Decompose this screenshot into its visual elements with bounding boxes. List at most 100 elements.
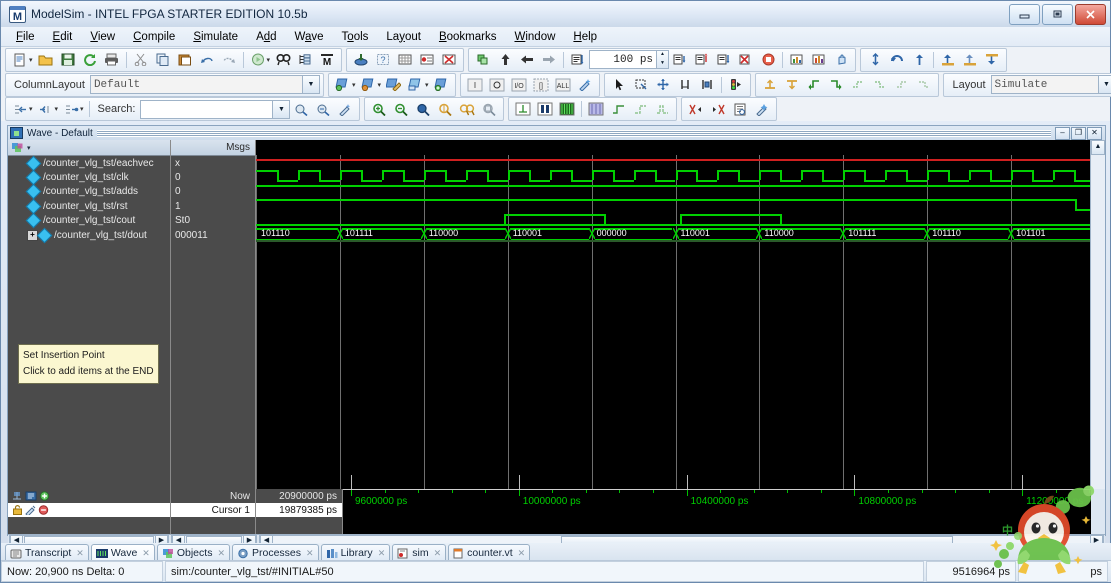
- menu-bookmarks[interactable]: Bookmarks: [430, 29, 506, 45]
- format-logic-icon[interactable]: [534, 99, 556, 120]
- add-cursor-icon[interactable]: [12, 491, 23, 501]
- tab-close-icon[interactable]: ✕: [306, 548, 314, 559]
- cursor-add-green-icon[interactable]: [39, 491, 50, 501]
- hierarchy-icon[interactable]: [294, 49, 316, 70]
- radix-bracket-icon[interactable]: []: [530, 74, 552, 95]
- coverage-report-icon[interactable]: [786, 49, 808, 70]
- scroll-up-icon[interactable]: ▲: [1091, 140, 1105, 155]
- run-length-icon[interactable]: [567, 49, 589, 70]
- tab-wave[interactable]: Wave ✕: [90, 544, 155, 561]
- tab-close-icon[interactable]: ✕: [142, 548, 150, 559]
- wave-minimize-button[interactable]: –: [1055, 126, 1070, 140]
- step-over-icon[interactable]: [691, 49, 713, 70]
- signal-row[interactable]: /counter_vlg_tst/adds: [8, 184, 170, 200]
- wave-options-icon[interactable]: [11, 142, 26, 154]
- paste-icon[interactable]: [174, 49, 196, 70]
- undo-icon[interactable]: [196, 49, 218, 70]
- compare-prev-diff-icon[interactable]: [685, 99, 707, 120]
- add-wave-caret-icon[interactable]: ▾: [352, 81, 356, 89]
- menu-file[interactable]: FFileile: [7, 29, 44, 45]
- tab-counter-vt[interactable]: counter.vt ✕: [448, 544, 531, 561]
- print-icon[interactable]: [101, 49, 123, 70]
- add-wave-orange-icon[interactable]: [357, 74, 379, 95]
- format-rising-icon[interactable]: [607, 99, 629, 120]
- group-wave-icon[interactable]: [405, 74, 427, 95]
- menu-layout[interactable]: Layout: [377, 29, 430, 45]
- compare-clear-icon[interactable]: [751, 99, 773, 120]
- wave-options-caret-icon[interactable]: ▾: [27, 144, 31, 152]
- cursor-lock-icon[interactable]: [12, 505, 23, 515]
- tab-objects[interactable]: Objects ✕: [156, 544, 230, 561]
- menu-add[interactable]: Add: [247, 29, 285, 45]
- zoom-in-icon[interactable]: [368, 99, 390, 120]
- wave-loop-icon[interactable]: [886, 49, 908, 70]
- format-bus-icon[interactable]: [585, 99, 607, 120]
- format-analog-icon[interactable]: [556, 99, 578, 120]
- zoom-full-icon[interactable]: [412, 99, 434, 120]
- remove-breakpoints-icon[interactable]: [438, 49, 460, 70]
- break-icon[interactable]: [735, 49, 757, 70]
- pan-hand-icon[interactable]: [830, 49, 852, 70]
- simulate-start-icon[interactable]: [350, 49, 372, 70]
- format-literal-icon[interactable]: [512, 99, 534, 120]
- run-length-input[interactable]: 100 ps: [589, 50, 658, 69]
- menu-view[interactable]: View: [81, 29, 124, 45]
- compare-next-diff-icon[interactable]: [707, 99, 729, 120]
- coverage-detail-icon[interactable]: [808, 49, 830, 70]
- step-icon[interactable]: [669, 49, 691, 70]
- bookmark-next-icon[interactable]: [981, 49, 1003, 70]
- expand-up-icon[interactable]: [908, 49, 930, 70]
- find-icon[interactable]: [272, 49, 294, 70]
- restart-icon[interactable]: [472, 49, 494, 70]
- run-length-spinner[interactable]: ▲ ▼: [657, 50, 670, 69]
- search-input[interactable]: [140, 99, 274, 119]
- signal-row[interactable]: /counter_vlg_tst/rst: [8, 198, 170, 215]
- extend-edge-icon[interactable]: [913, 74, 935, 95]
- radix-octal-icon[interactable]: [486, 74, 508, 95]
- format-falling-icon[interactable]: [629, 99, 651, 120]
- cursor-delete-icon[interactable]: [38, 505, 49, 515]
- waveform-canvas[interactable]: 101110 101111 110000 110001 000000 110001 1100…: [256, 140, 1090, 536]
- copy-icon[interactable]: [152, 49, 174, 70]
- refresh-icon[interactable]: [79, 49, 101, 70]
- menu-edit[interactable]: Edit: [44, 29, 82, 45]
- traffic-light-icon[interactable]: [725, 74, 747, 95]
- layout-select[interactable]: Simulate: [990, 75, 1099, 94]
- zoom-select-icon[interactable]: [630, 74, 652, 95]
- expand-selected-icon[interactable]: [60, 99, 82, 120]
- step-out-icon[interactable]: [713, 49, 735, 70]
- radix-io-icon[interactable]: I/O: [508, 74, 530, 95]
- new-file-icon[interactable]: [9, 49, 31, 70]
- zoom-last-icon[interactable]: [478, 99, 500, 120]
- compile-all-icon[interactable]: ?: [372, 49, 394, 70]
- align-top-icon[interactable]: [759, 74, 781, 95]
- delete-edge-icon[interactable]: [891, 74, 913, 95]
- grid-icon[interactable]: [394, 49, 416, 70]
- collapse-all-caret-icon[interactable]: ▾: [55, 105, 59, 113]
- measure-icon[interactable]: [674, 74, 696, 95]
- menu-compile[interactable]: Compile: [124, 29, 184, 45]
- menu-tools[interactable]: Tools: [333, 29, 378, 45]
- zoom-cursor-icon[interactable]: [434, 99, 456, 120]
- align-bottom-icon[interactable]: [781, 74, 803, 95]
- stop-icon[interactable]: [757, 49, 779, 70]
- search-prev-icon[interactable]: [290, 99, 312, 120]
- expand-all-caret-icon[interactable]: ▾: [29, 105, 33, 113]
- add-wave-orange-caret-icon[interactable]: ▾: [377, 81, 381, 89]
- wave-restore-button[interactable]: ❐: [1071, 126, 1086, 140]
- redo-icon[interactable]: [218, 49, 240, 70]
- group-wave-caret-icon[interactable]: ▾: [425, 81, 429, 89]
- expand-all-icon[interactable]: [9, 99, 31, 120]
- signal-row[interactable]: /counter_vlg_tst/clk: [8, 169, 170, 186]
- expand-selected-caret-icon[interactable]: ▾: [80, 105, 84, 113]
- format-both-icon[interactable]: [651, 99, 673, 120]
- zoom-out-icon[interactable]: [390, 99, 412, 120]
- insert-cursor-icon[interactable]: [864, 49, 886, 70]
- close-button[interactable]: [1075, 4, 1106, 25]
- search-options-icon[interactable]: [334, 99, 356, 120]
- search-next-icon[interactable]: [312, 99, 334, 120]
- add-wave-green-icon[interactable]: [332, 74, 354, 95]
- edit-cursor-icon[interactable]: [696, 74, 718, 95]
- search-dropdown-icon[interactable]: ▼: [273, 99, 291, 119]
- menu-wave[interactable]: Wave: [286, 29, 333, 45]
